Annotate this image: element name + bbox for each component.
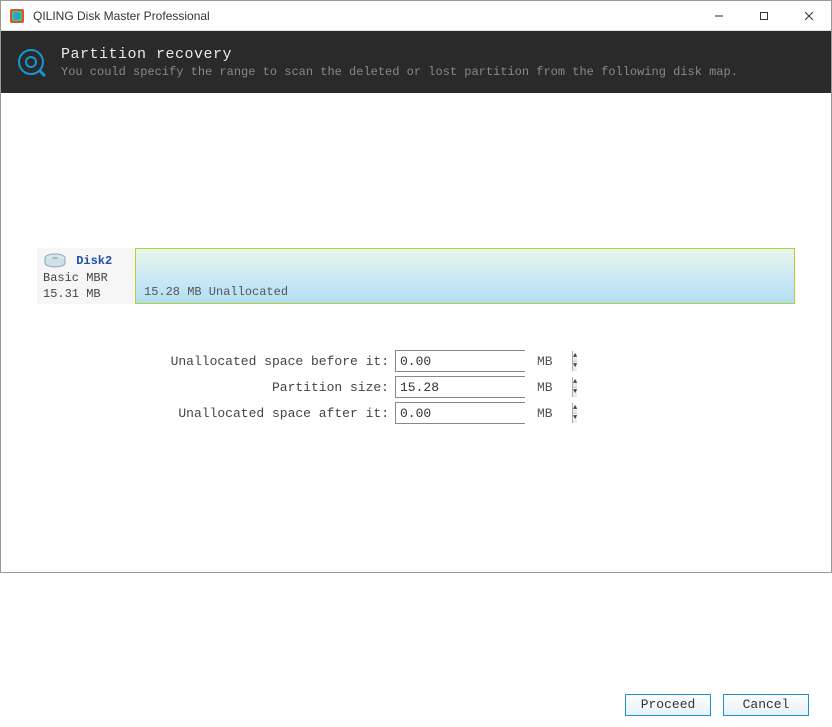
spinner-buttons: ▲ ▼ [572, 403, 577, 423]
spin-down-icon[interactable]: ▼ [573, 388, 577, 398]
titlebar: QILING Disk Master Professional [1, 1, 831, 31]
disk-info[interactable]: Disk2 Basic MBR 15.31 MB [37, 248, 135, 304]
spin-up-icon[interactable]: ▲ [573, 377, 577, 388]
spin-up-icon[interactable]: ▲ [573, 351, 577, 362]
unit-after: MB [537, 406, 553, 421]
cancel-button[interactable]: Cancel [723, 694, 809, 716]
disk-name: Disk2 [76, 253, 112, 269]
row-size: Partition size: ▲ ▼ MB [37, 374, 795, 400]
label-after: Unallocated space after it: [37, 406, 395, 421]
spinner-buttons: ▲ ▼ [572, 377, 577, 397]
input-before[interactable]: ▲ ▼ [395, 350, 525, 372]
window-controls [696, 1, 831, 31]
app-icon [9, 8, 25, 24]
footer: Proceed Cancel [1, 682, 831, 727]
row-after: Unallocated space after it: ▲ ▼ MB [37, 400, 795, 426]
label-before: Unallocated space before it: [37, 354, 395, 369]
form-area: Unallocated space before it: ▲ ▼ MB Part… [37, 348, 795, 426]
spin-down-icon[interactable]: ▼ [573, 362, 577, 372]
window-title: QILING Disk Master Professional [33, 9, 696, 23]
label-size: Partition size: [37, 380, 395, 395]
disk-type: Basic MBR [43, 270, 129, 286]
content-area: Disk2 Basic MBR 15.31 MB 15.28 MB Unallo… [1, 248, 831, 682]
disk-size: 15.31 MB [43, 286, 129, 302]
hdd-icon [43, 252, 67, 270]
proceed-button[interactable]: Proceed [625, 694, 711, 716]
spin-down-icon[interactable]: ▼ [573, 414, 577, 424]
spin-up-icon[interactable]: ▲ [573, 403, 577, 414]
close-button[interactable] [786, 1, 831, 31]
maximize-button[interactable] [741, 1, 786, 31]
minimize-button[interactable] [696, 1, 741, 31]
recovery-icon [15, 46, 47, 78]
header-subtitle: You could specify the range to scan the … [61, 65, 738, 79]
partition-label: 15.28 MB Unallocated [144, 285, 288, 299]
row-before: Unallocated space before it: ▲ ▼ MB [37, 348, 795, 374]
input-after[interactable]: ▲ ▼ [395, 402, 525, 424]
unit-before: MB [537, 354, 553, 369]
spinner-buttons: ▲ ▼ [572, 351, 577, 371]
unit-size: MB [537, 380, 553, 395]
header-title: Partition recovery [61, 46, 738, 63]
header-text: Partition recovery You could specify the… [61, 46, 738, 79]
header-band: Partition recovery You could specify the… [1, 31, 831, 93]
input-size[interactable]: ▲ ▼ [395, 376, 525, 398]
disk-map: Disk2 Basic MBR 15.31 MB 15.28 MB Unallo… [37, 248, 795, 304]
partition-bar[interactable]: 15.28 MB Unallocated [135, 248, 795, 304]
